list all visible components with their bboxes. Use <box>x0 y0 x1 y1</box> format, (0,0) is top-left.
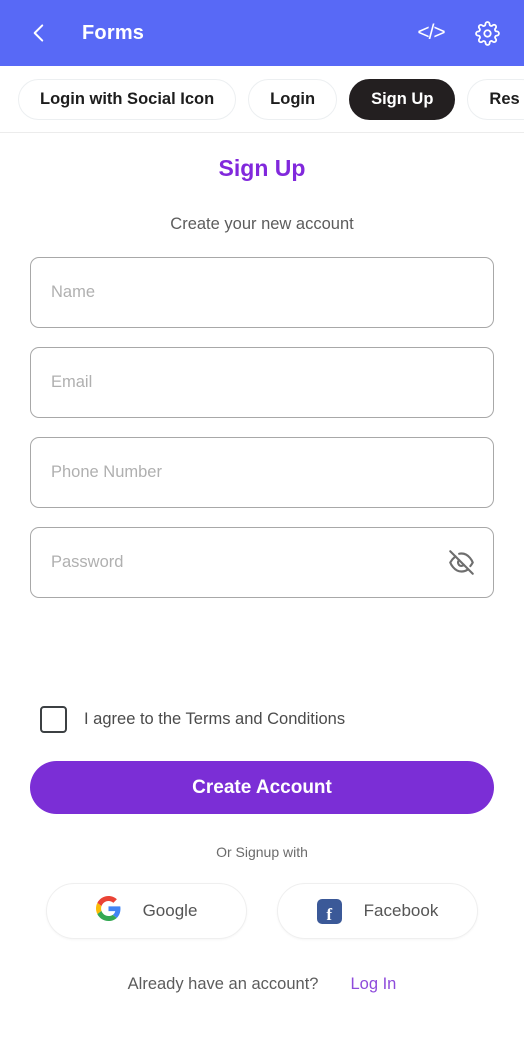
form-content: Sign Up Create your new account Name Ema… <box>0 155 524 994</box>
name-input[interactable] <box>51 258 473 327</box>
page-title: Sign Up <box>218 155 306 181</box>
eye-off-icon[interactable] <box>447 549 475 577</box>
log-in-link[interactable]: Log In <box>350 975 396 994</box>
tab-login[interactable]: Login <box>248 78 338 120</box>
terms-checkbox[interactable] <box>40 706 67 733</box>
tab-sign-up[interactable]: Sign Up <box>349 78 456 120</box>
facebook-signup-button[interactable]: f Facebook <box>277 883 478 939</box>
password-field[interactable] <box>30 527 494 598</box>
chevron-left-icon[interactable] <box>26 20 52 46</box>
code-icon[interactable]: </> <box>416 18 446 48</box>
footer-text: Already have an account? <box>127 975 319 993</box>
app-bar-title: Forms <box>82 21 145 44</box>
code-icon-glyph: </> <box>417 21 445 44</box>
google-signup-button[interactable]: Google <box>46 883 247 939</box>
facebook-signup-label: Facebook <box>363 901 439 920</box>
facebook-icon: f <box>316 898 342 924</box>
gear-icon[interactable] <box>472 18 502 48</box>
page-subtitle: Create your new account <box>170 215 354 233</box>
terms-row[interactable]: I agree to the Terms and Conditions <box>30 706 494 733</box>
password-input[interactable] <box>51 528 473 597</box>
signup-screen: Forms </> Login with Social Icon Login S… <box>0 0 524 1038</box>
google-icon <box>95 896 121 926</box>
social-divider-text: Or Signup with <box>216 844 308 860</box>
name-field[interactable] <box>30 257 494 328</box>
email-input[interactable] <box>51 348 473 417</box>
tab-reset-password[interactable]: Res <box>467 78 524 120</box>
footer-row: Already have an account? Log In <box>30 975 494 994</box>
phone-input[interactable] <box>51 438 473 507</box>
tab-login-with-social-icon[interactable]: Login with Social Icon <box>18 78 237 120</box>
tab-bar[interactable]: Login with Social Icon Login Sign Up Res <box>0 66 524 133</box>
google-signup-label: Google <box>142 901 198 920</box>
terms-label: I agree to the Terms and Conditions <box>84 710 346 728</box>
fields-group <box>30 257 494 598</box>
app-bar: Forms </> <box>0 0 524 66</box>
phone-field[interactable] <box>30 437 494 508</box>
create-account-button[interactable]: Create Account <box>30 761 494 814</box>
social-buttons-row: Google f Facebook <box>30 883 494 939</box>
email-field[interactable] <box>30 347 494 418</box>
